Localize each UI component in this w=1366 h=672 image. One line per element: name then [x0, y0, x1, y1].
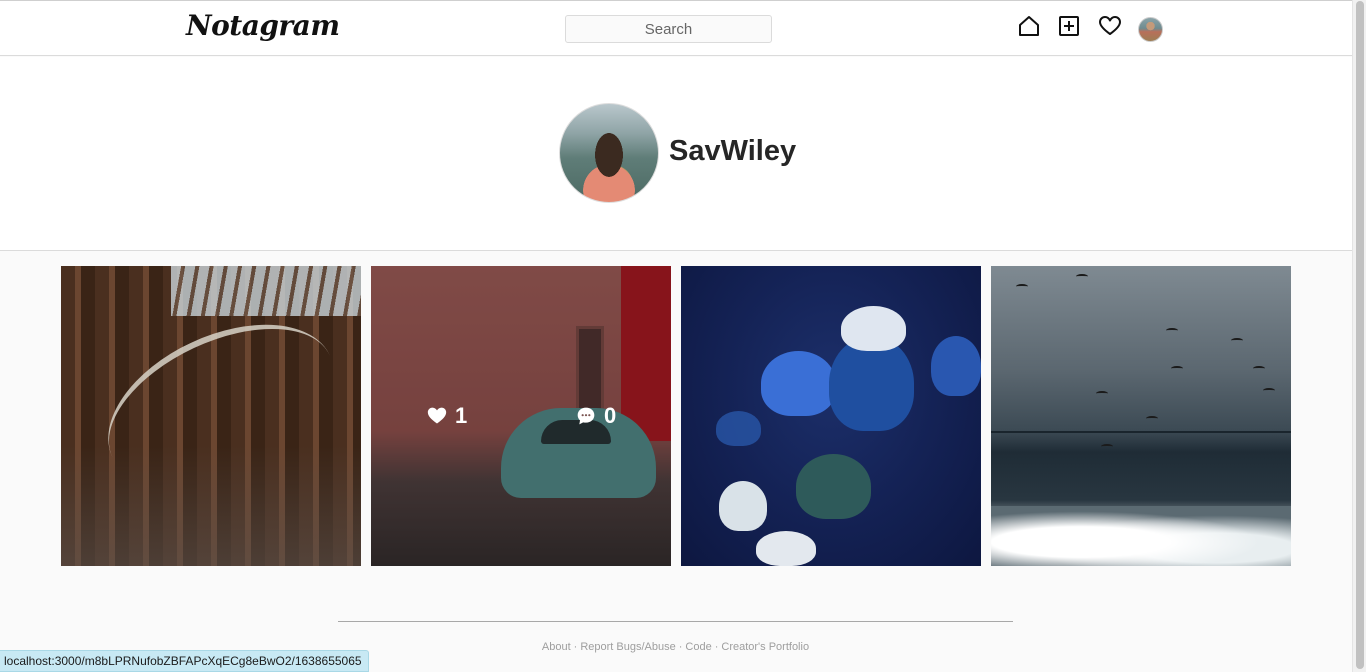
post-image-detail — [931, 336, 981, 396]
footer-separator: · — [573, 641, 578, 653]
footer-separator: · — [678, 641, 683, 653]
post-image-detail — [1166, 328, 1178, 333]
likes-count: 1 — [455, 403, 468, 428]
post-image-detail — [1253, 366, 1265, 371]
status-bar-url: localhost:3000/m8bLPRNufobZBFAPcXqECg8eB… — [0, 650, 369, 672]
post-thumbnail[interactable] — [991, 266, 1291, 566]
post-hover-overlay — [371, 266, 671, 566]
add-post-icon[interactable] — [1057, 14, 1081, 38]
footer-link-portfolio[interactable]: Creator's Portfolio — [721, 641, 809, 653]
post-image-detail — [1016, 284, 1028, 289]
post-image-detail — [1146, 416, 1158, 421]
footer-link-report-bugs[interactable]: Report Bugs/Abuse — [580, 641, 675, 653]
post-image-detail — [716, 411, 761, 446]
comments-count: 0 — [604, 403, 617, 428]
heart-icon[interactable] — [1098, 14, 1122, 38]
home-icon[interactable] — [1017, 14, 1041, 38]
page-scrollbar[interactable] — [1352, 0, 1366, 672]
post-image-detail — [756, 531, 816, 566]
post-thumbnail[interactable] — [681, 266, 981, 566]
post-image-detail — [761, 351, 836, 416]
post-image-detail — [82, 291, 360, 521]
footer-links: About · Report Bugs/Abuse · Code · Creator's P… — [338, 641, 1013, 653]
post-image-detail — [1096, 391, 1108, 396]
post-image-detail — [991, 506, 1291, 566]
post-comments-stat: 0 — [576, 403, 616, 429]
post-thumbnail[interactable]: 1 0 — [371, 266, 671, 566]
post-image-detail — [841, 306, 906, 351]
post-image-detail — [1101, 444, 1113, 449]
profile-username: SavWiley — [669, 135, 797, 167]
profile-picture — [559, 103, 659, 203]
scrollbar-thumb[interactable] — [1356, 1, 1364, 669]
user-avatar[interactable] — [1138, 17, 1163, 42]
search-input[interactable] — [565, 15, 772, 43]
post-thumbnail[interactable] — [61, 266, 361, 566]
post-image-detail — [171, 266, 361, 316]
post-image-detail — [991, 431, 1291, 433]
post-image-detail — [1171, 366, 1183, 371]
post-image-detail — [796, 454, 871, 519]
app-logo[interactable]: Notagram — [186, 9, 340, 42]
profile-header: SavWiley — [0, 57, 1352, 251]
post-image-detail — [1231, 338, 1243, 343]
post-image-detail — [719, 481, 767, 531]
footer-link-code[interactable]: Code — [685, 641, 711, 653]
post-image-detail — [1076, 274, 1088, 279]
comment-bubble-icon — [577, 407, 595, 425]
top-navigation-bar: Notagram — [0, 0, 1352, 56]
footer-link-about[interactable]: About — [542, 641, 571, 653]
heart-filled-icon — [427, 407, 447, 424]
footer-divider — [338, 621, 1013, 622]
post-likes-stat: 1 — [427, 403, 467, 429]
post-image-detail — [1263, 388, 1275, 393]
footer-separator: · — [714, 641, 719, 653]
